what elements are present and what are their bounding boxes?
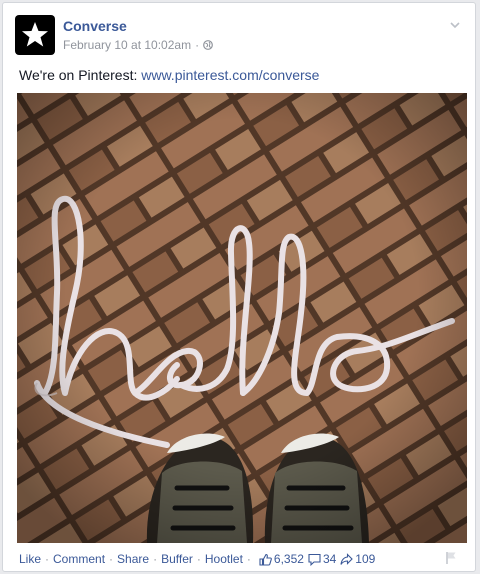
comment-icon <box>308 553 321 566</box>
shares-count[interactable]: 109 <box>340 552 375 566</box>
share-button[interactable]: Share <box>117 552 149 566</box>
comments-count[interactable]: 34 <box>308 552 336 566</box>
star-icon <box>22 22 48 47</box>
action-separator: · <box>196 552 201 566</box>
post-card: Converse February 10 at 10:02am · We're … <box>2 2 476 572</box>
avatar[interactable] <box>15 15 55 55</box>
page-name-link[interactable]: Converse <box>63 18 127 34</box>
action-separator: · <box>109 552 114 566</box>
comment-button[interactable]: Comment <box>53 552 105 566</box>
likes-count-label: 6,352 <box>273 552 304 566</box>
post-actions: Like · Comment · Share · Buffer · Hootle… <box>19 550 461 568</box>
post-message: We're on Pinterest: www.pinterest.com/co… <box>19 67 319 83</box>
meta-separator: · <box>195 38 200 52</box>
comments-count-label: 34 <box>322 552 337 566</box>
post-photo[interactable] <box>17 93 467 543</box>
like-button[interactable]: Like <box>19 552 41 566</box>
action-separator: · <box>153 552 158 566</box>
thumbs-up-icon <box>259 553 272 566</box>
post-header: Converse February 10 at 10:02am · <box>15 15 465 57</box>
likes-count[interactable]: 6,352 <box>259 552 304 566</box>
globe-icon[interactable] <box>203 40 213 50</box>
photo-illustration <box>17 93 467 543</box>
action-separator: · <box>246 552 251 566</box>
flag-icon[interactable] <box>445 551 457 565</box>
hootlet-button[interactable]: Hootlet <box>205 552 243 566</box>
share-arrow-icon <box>340 552 354 565</box>
post-timestamp[interactable]: February 10 at 10:02am <box>63 38 191 52</box>
chevron-down-icon[interactable] <box>447 17 463 33</box>
pinterest-link[interactable]: www.pinterest.com/converse <box>141 67 319 83</box>
shares-count-label: 109 <box>355 552 376 566</box>
buffer-button[interactable]: Buffer <box>161 552 193 566</box>
post-message-text: We're on Pinterest: <box>19 67 142 83</box>
action-separator: · <box>45 552 50 566</box>
post-meta: February 10 at 10:02am · <box>63 38 213 52</box>
